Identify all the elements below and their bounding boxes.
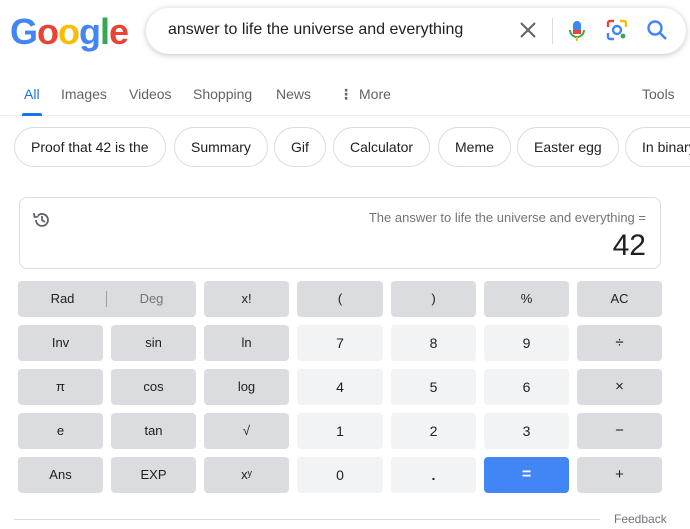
chip[interactable]: Calculator	[333, 127, 431, 167]
chip[interactable]: Proof that 42 is the	[14, 127, 166, 167]
refinement-chips: Proof that 42 is the Summary Gif Calcula…	[0, 127, 690, 167]
search-icon[interactable]	[646, 19, 668, 41]
digit-4-key[interactable]: 4	[297, 369, 383, 405]
open-paren-key[interactable]: (	[297, 281, 383, 317]
logo-letter: o	[58, 11, 80, 52]
digit-9-key[interactable]: 9	[484, 325, 569, 361]
digit-1-key[interactable]: 1	[297, 413, 383, 449]
ln-key[interactable]: ln	[204, 325, 289, 361]
digit-5-key[interactable]: 5	[391, 369, 476, 405]
euler-key[interactable]: e	[18, 413, 103, 449]
logo-letter: o	[37, 11, 59, 52]
log-key[interactable]: log	[204, 369, 289, 405]
cos-key[interactable]: cos	[111, 369, 196, 405]
sqrt-key[interactable]: √	[204, 413, 289, 449]
percent-key[interactable]: %	[484, 281, 569, 317]
multiply-key[interactable]: ×	[577, 369, 662, 405]
tan-key[interactable]: tan	[111, 413, 196, 449]
calculator-result: 42	[612, 229, 646, 262]
camera-lens-icon[interactable]	[606, 19, 628, 41]
search-input[interactable]: answer to life the universe and everythi…	[168, 21, 463, 39]
digit-3-key[interactable]: 3	[484, 413, 569, 449]
chip[interactable]: Easter egg	[517, 127, 619, 167]
feedback-divider	[14, 519, 600, 520]
active-tab-indicator	[22, 113, 42, 116]
rad-button[interactable]: Rad	[18, 281, 107, 317]
tab-news[interactable]: News	[276, 86, 311, 102]
close-paren-key[interactable]: )	[391, 281, 476, 317]
google-logo[interactable]: Google	[10, 11, 129, 52]
all-clear-key[interactable]: AC	[577, 281, 662, 317]
chip[interactable]: In binary	[625, 127, 690, 167]
close-icon[interactable]	[518, 20, 538, 40]
digit-8-key[interactable]: 8	[391, 325, 476, 361]
digit-6-key[interactable]: 6	[484, 369, 569, 405]
more-vert-icon: ⋮	[339, 86, 353, 102]
factorial-key[interactable]: x!	[204, 281, 289, 317]
divide-key[interactable]: ÷	[577, 325, 662, 361]
tab-all[interactable]: All	[24, 86, 40, 102]
subtract-key[interactable]: −	[577, 413, 662, 449]
calculator-expression: The answer to life the universe and ever…	[368, 210, 646, 225]
calculator-display: The answer to life the universe and ever…	[19, 197, 661, 269]
exp-key[interactable]: EXP	[111, 457, 196, 493]
digit-2-key[interactable]: 2	[391, 413, 476, 449]
sin-key[interactable]: sin	[111, 325, 196, 361]
tab-images[interactable]: Images	[61, 86, 107, 102]
decimal-key[interactable]: .	[391, 457, 476, 493]
equals-key[interactable]: =	[484, 457, 569, 493]
rad-deg-toggle[interactable]: Rad Deg	[18, 281, 196, 317]
digit-7-key[interactable]: 7	[297, 325, 383, 361]
logo-letter: g	[79, 11, 101, 52]
tools-button[interactable]: Tools	[642, 86, 675, 102]
feedback-link[interactable]: Feedback	[614, 512, 667, 526]
history-icon[interactable]	[32, 210, 52, 230]
search-tabs: All Images Videos Shopping News ⋮ More To…	[0, 76, 690, 116]
chip[interactable]: Gif	[274, 127, 326, 167]
logo-letter: l	[100, 11, 110, 52]
power-key[interactable]: xʸ	[204, 457, 289, 493]
answer-key[interactable]: Ans	[18, 457, 103, 493]
add-key[interactable]: +	[577, 457, 662, 493]
logo-letter: G	[10, 11, 38, 52]
tab-shopping[interactable]: Shopping	[193, 86, 252, 102]
pi-key[interactable]: π	[18, 369, 103, 405]
microphone-icon[interactable]	[566, 19, 588, 43]
chip[interactable]: Summary	[174, 127, 268, 167]
search-divider	[552, 18, 553, 44]
digit-0-key[interactable]: 0	[297, 457, 383, 493]
search-bar[interactable]: answer to life the universe and everythi…	[146, 8, 686, 54]
logo-letter: e	[109, 11, 129, 52]
tab-more[interactable]: ⋮ More	[339, 86, 391, 103]
tab-videos[interactable]: Videos	[129, 86, 172, 102]
chip[interactable]: Meme	[438, 127, 511, 167]
inverse-key[interactable]: Inv	[18, 325, 103, 361]
tab-more-label: More	[359, 86, 391, 102]
deg-button[interactable]: Deg	[107, 281, 196, 317]
